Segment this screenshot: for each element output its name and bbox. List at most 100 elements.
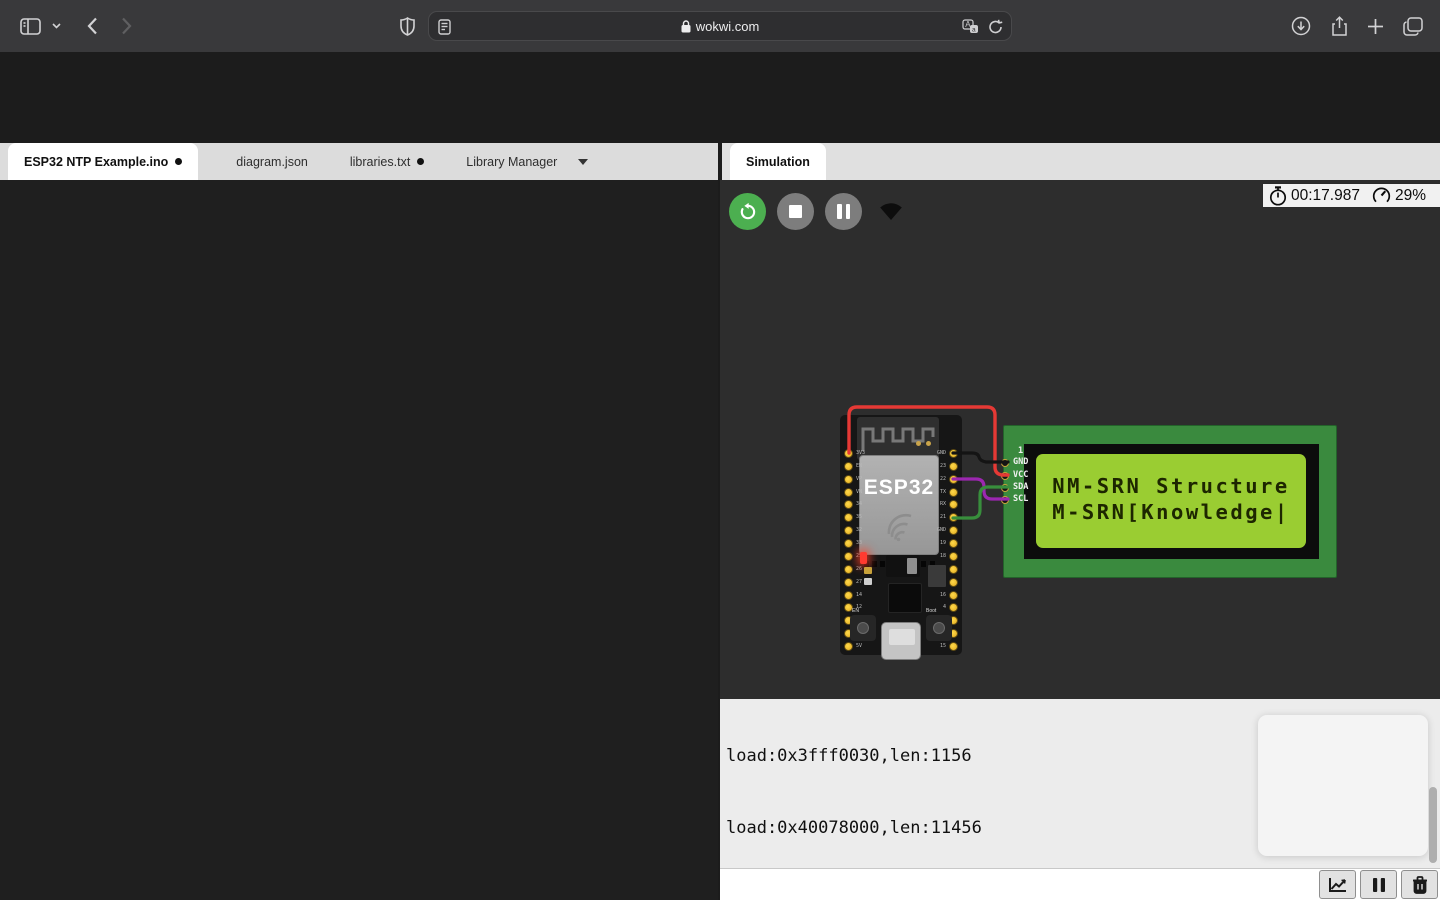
esp32-pin-rx[interactable] <box>949 500 958 509</box>
reader-mode-icon[interactable] <box>438 19 451 38</box>
en-button[interactable] <box>850 615 876 641</box>
back-button[interactable] <box>80 0 104 52</box>
url-host: wokwi.com <box>696 19 760 34</box>
reload-icon[interactable] <box>988 19 1003 38</box>
simulation-canvas[interactable]: 00:17.987 29% ESP32 3V3ENVPVN34353233252… <box>720 180 1440 699</box>
pin-label: TX <box>940 490 946 495</box>
pin-label: 23 <box>940 464 946 469</box>
svg-text:a: a <box>972 27 976 34</box>
pin-label: 18 <box>940 554 946 559</box>
esp32-pin-23[interactable] <box>949 462 958 471</box>
pin-hole <box>1001 459 1009 467</box>
plot-button[interactable] <box>1319 870 1356 899</box>
pin-label: 5V <box>856 644 862 649</box>
esp32-pin-3v3[interactable] <box>844 449 853 458</box>
stopwatch-icon <box>1269 186 1287 206</box>
privacy-shield-icon[interactable] <box>396 0 418 52</box>
performance-indicator: 00:17.987 29% <box>1262 183 1440 208</box>
pin-label: 21 <box>940 515 946 520</box>
trash-icon <box>1412 876 1428 894</box>
pin-label: 14 <box>856 593 862 598</box>
esp32-pin-34[interactable] <box>844 500 853 509</box>
esp32-pin-32[interactable] <box>844 526 853 535</box>
share-icon[interactable] <box>1326 0 1352 52</box>
esp32-pin-17[interactable] <box>949 578 958 587</box>
esp32-pin-26[interactable] <box>844 565 853 574</box>
esp32-pin-18[interactable] <box>949 552 958 561</box>
esp32-pin-5[interactable] <box>949 565 958 574</box>
tab-libraries-txt[interactable]: libraries.txt <box>334 143 440 180</box>
lcd-pin-scl[interactable]: SCL <box>1001 494 1028 505</box>
pin-label: EN <box>856 464 862 469</box>
forward-button[interactable] <box>114 0 138 52</box>
esp32-pin-19[interactable] <box>949 539 958 548</box>
wifi-status-icon[interactable] <box>878 200 904 227</box>
pin-label: GND <box>937 528 946 533</box>
tab-sketch-file[interactable]: ESP32 NTP Example.ino <box>8 143 198 180</box>
boot-button[interactable] <box>926 615 952 641</box>
esp32-pin-vn[interactable] <box>844 488 853 497</box>
pause-simulation-button[interactable] <box>825 193 862 230</box>
pin-label: 27 <box>856 580 862 585</box>
unsaved-indicator <box>175 158 182 165</box>
esp32-pin-27[interactable] <box>844 578 853 587</box>
pin-label: 26 <box>856 567 862 572</box>
simulation-tabbar: Simulation <box>722 143 1440 180</box>
power-led <box>860 552 867 564</box>
smd-part <box>864 578 872 585</box>
new-tab-icon[interactable] <box>1362 0 1388 52</box>
esp32-pin-4[interactable] <box>949 603 958 612</box>
pin-label: GND <box>937 451 946 456</box>
serial-scrollbar-thumb[interactable] <box>1429 787 1437 863</box>
esp32-pin-vp[interactable] <box>844 475 853 484</box>
lcd1602-module[interactable]: NM-SRN Structure M-SRN[Knowledge| 1 GND … <box>1003 425 1337 578</box>
esp32-pin-35[interactable] <box>844 513 853 522</box>
pin-label: 32 <box>856 528 862 533</box>
lcd-pin-gnd[interactable]: GND <box>1001 457 1028 468</box>
pause-icon <box>837 204 850 219</box>
sidebar-toggle-icon[interactable] <box>16 0 44 52</box>
restart-simulation-button[interactable] <box>729 193 766 230</box>
gauge-icon <box>1372 186 1391 205</box>
lcd-pin-sda[interactable]: SDA <box>1001 482 1028 493</box>
esp32-pin-en[interactable] <box>844 462 853 471</box>
esp32-pin-25[interactable] <box>844 552 853 561</box>
esp32-pin-tx[interactable] <box>949 488 958 497</box>
translate-icon[interactable]: Aa <box>962 19 979 37</box>
stop-simulation-button[interactable] <box>777 193 814 230</box>
editor-tabbar: ESP32 NTP Example.ino diagram.json libra… <box>0 143 718 180</box>
tab-label: Library Manager <box>466 155 557 169</box>
lcd-pin-vcc[interactable]: VCC <box>1001 470 1028 481</box>
tab-label: Simulation <box>746 155 810 169</box>
tab-simulation[interactable]: Simulation <box>730 143 826 180</box>
lock-icon <box>681 20 691 33</box>
pin-label: RX <box>940 502 946 507</box>
esp32-pin-gnd[interactable] <box>949 526 958 535</box>
code-editor[interactable] <box>0 180 718 900</box>
wifi-logo-icon <box>881 508 917 542</box>
tab-diagram-json[interactable]: diagram.json <box>220 143 324 180</box>
sidebar-chevron-down-icon[interactable] <box>48 0 64 52</box>
esp32-board[interactable]: ESP32 3V3ENVPVN343532332526271412GND135V… <box>840 415 962 655</box>
address-bar[interactable]: wokwi.com Aa <box>428 11 1012 41</box>
lcd-line-2: M-SRN[Knowledge| <box>1036 500 1306 524</box>
esp32-pin-16[interactable] <box>949 591 958 600</box>
esp32-pin-33[interactable] <box>844 539 853 548</box>
esp32-pin-14[interactable] <box>844 591 853 600</box>
esp32-pin-21[interactable] <box>949 513 958 522</box>
esp32-pin-gnd[interactable] <box>949 449 958 458</box>
smd-part <box>928 565 946 587</box>
tab-label: libraries.txt <box>350 155 410 169</box>
pin-label: VP <box>856 477 862 482</box>
esp32-pin-15[interactable] <box>949 642 958 651</box>
esp32-pin-22[interactable] <box>949 475 958 484</box>
tab-overview-icon[interactable] <box>1399 0 1427 52</box>
serial-monitor[interactable]: load:0x3fff0030,len:1156 load:0x40078000… <box>720 699 1440 868</box>
pin-hole <box>1001 484 1009 492</box>
esp32-pin-5v[interactable] <box>844 642 853 651</box>
tab-library-manager[interactable]: Library Manager <box>450 143 604 180</box>
downloads-icon[interactable] <box>1288 0 1314 52</box>
lcd-line-1: NM-SRN Structure <box>1036 474 1306 498</box>
clear-serial-button[interactable] <box>1401 870 1438 899</box>
pause-serial-button[interactable] <box>1360 870 1397 899</box>
